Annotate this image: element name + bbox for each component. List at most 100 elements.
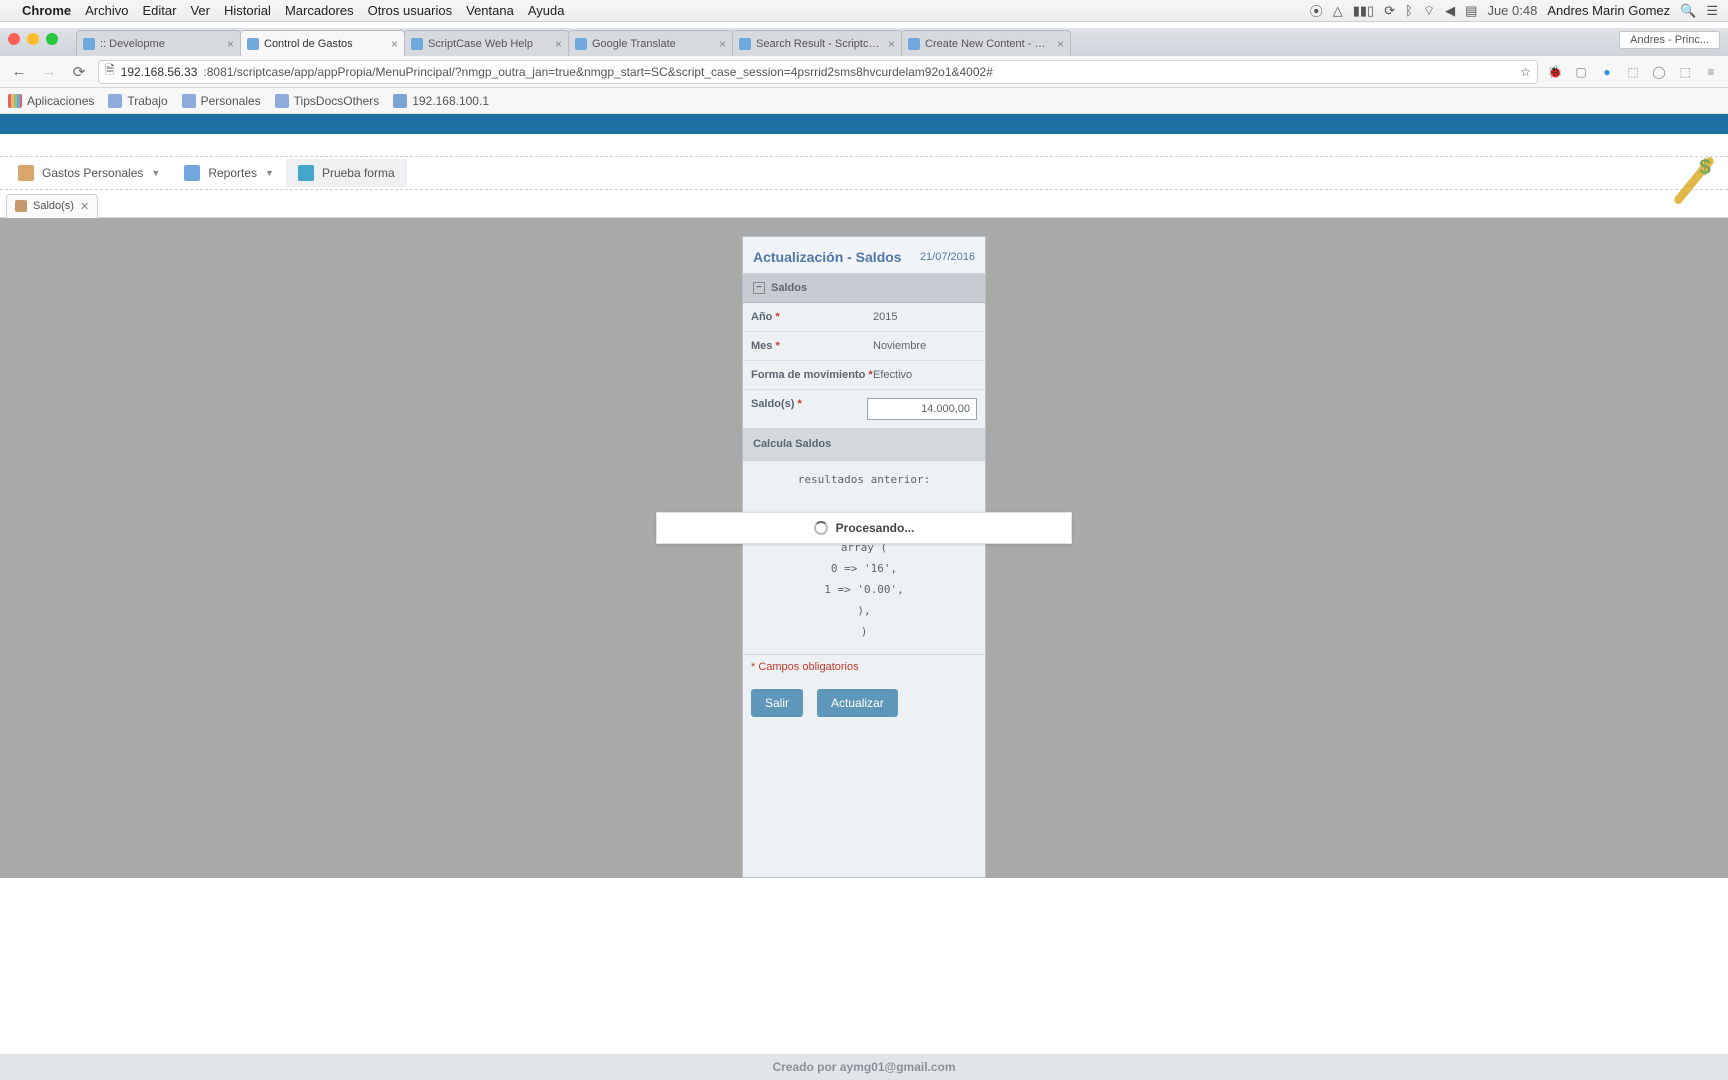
spotlight-icon[interactable]: 🔍 [1680,3,1696,19]
browser-tab[interactable]: Control de Gastos × [240,30,405,56]
gdrive-icon[interactable]: △ [1333,3,1343,19]
inner-tab-label: Saldo(s) [33,200,74,212]
svg-text:$: $ [1699,156,1711,179]
bookmark-item[interactable]: TipsDocsOthers [275,94,380,108]
bookmark-label: 192.168.100.1 [412,94,489,108]
tab-close-icon[interactable]: × [1057,37,1064,51]
tab-title: Search Result - Scriptcase [756,38,883,50]
bookmark-icon [8,94,22,108]
ext-5-icon[interactable]: ◯ [1650,63,1668,81]
favicon-icon [739,38,751,50]
chrome-menu-icon[interactable]: ≡ [1702,63,1720,81]
chevron-down-icon: ▼ [151,168,160,178]
browser-tabs: :: Developme×Control de Gastos×ScriptCas… [76,30,1070,56]
mac-menu-otros-usuarios[interactable]: Otros usuarios [368,3,453,18]
star-icon[interactable]: ☆ [1520,65,1531,79]
browser-tab[interactable]: Search Result - Scriptcase × [732,30,902,56]
spinner-icon [814,521,828,535]
zoom-window-button[interactable] [46,33,58,45]
menu-gastos-personales[interactable]: Gastos Personales ▼ [6,159,172,187]
mac-menu-ver[interactable]: Ver [190,3,210,18]
mac-menu-ventana[interactable]: Ventana [466,3,514,18]
tab-close-icon[interactable]: × [555,37,562,51]
browser-tab[interactable]: :: Developme× [76,30,241,56]
url-host: 192.168.56.33 [121,65,198,79]
profile-pill[interactable]: Andres - Princ... [1619,31,1720,49]
bookmark-icon [108,94,122,108]
volume-icon[interactable]: ◀ [1445,3,1455,19]
page-icon: 🗎 [105,61,115,82]
tab-close-icon[interactable]: × [719,37,726,51]
tab-close-icon[interactable]: × [888,37,895,51]
mac-user[interactable]: Andres Marin Gomez [1547,3,1670,18]
tab-icon [15,200,27,212]
ext-4-icon[interactable]: ⬚ [1624,63,1642,81]
back-button[interactable]: ← [8,61,30,83]
favicon-icon [83,38,95,50]
favicon-icon [908,38,920,50]
processing-dialog: Procesando... [656,512,1072,544]
browser-tab[interactable]: Google Translate × [568,30,733,56]
minimize-window-button[interactable] [27,33,39,45]
bookmark-icon [275,94,289,108]
inner-tabs: Saldo(s) ✕ [0,190,1728,218]
wifi-icon[interactable]: ⌔ [1423,3,1435,19]
tab-title: ScriptCase Web Help [428,38,550,50]
browser-toolbar: ← → ⟳ 🗎 192.168.56.33 :8081/scriptcase/ap… [0,56,1728,88]
bluetooth-icon[interactable]: ᛒ [1405,3,1413,18]
sync-icon[interactable]: ⟳ [1384,3,1395,19]
page: Gastos Personales ▼ Reportes ▼ Prueba fo… [0,114,1728,1080]
money-logo-icon: $ [1668,153,1720,205]
menu-icon[interactable]: ☰ [1706,3,1718,19]
reload-button[interactable]: ⟳ [68,61,90,83]
tab-title: Google Translate [592,38,714,50]
battery-icon[interactable]: ▮▮▯ [1353,3,1374,19]
mac-menu-editar[interactable]: Editar [142,3,176,18]
bookmarks-bar: Aplicaciones Trabajo Personales TipsDocsOth… [0,88,1728,114]
bookmark-item[interactable]: Personales [182,94,261,108]
tab-title: Create New Content - Scri [925,38,1052,50]
mac-app-name[interactable]: Chrome [22,3,71,18]
mac-menu-marcadores[interactable]: Marcadores [285,3,354,18]
mac-menu-archivo[interactable]: Archivo [85,3,128,18]
ext-6-icon[interactable]: ⬚ [1676,63,1694,81]
timemachine-icon[interactable]: ⦿ [1310,1,1323,20]
date-icon[interactable]: ▤ [1465,3,1477,19]
close-icon[interactable]: ✕ [80,200,89,213]
menu-label: Prueba forma [322,166,395,180]
report-icon [184,165,200,181]
menu-reportes[interactable]: Reportes ▼ [172,159,286,187]
favicon-icon [247,38,259,50]
mac-menubar: Chrome Archivo Editar Ver Historial Marc… [0,0,1728,22]
mac-clock[interactable]: Jue 0:48 [1487,3,1537,18]
url-rest: :8081/scriptcase/app/appPropia/MenuPrinc… [203,65,992,79]
bookmark-item[interactable]: 192.168.100.1 [393,94,489,108]
bookmark-item[interactable]: Trabajo [108,94,167,108]
forward-button[interactable]: → [38,61,60,83]
window-controls [8,33,58,45]
browser-tab[interactable]: ScriptCase Web Help × [404,30,569,56]
ext-1-icon[interactable]: 🐞 [1546,63,1564,81]
app-menubar: Gastos Personales ▼ Reportes ▼ Prueba fo… [0,156,1728,190]
favicon-icon [575,38,587,50]
address-bar[interactable]: 🗎 192.168.56.33 :8081/scriptcase/app/appP… [98,60,1538,84]
tab-close-icon[interactable]: × [227,37,234,51]
ext-cast-icon[interactable]: ▢ [1572,63,1590,81]
bookmark-label: Aplicaciones [27,94,94,108]
header-stripe [0,114,1728,134]
bookmark-icon [393,94,407,108]
chevron-down-icon: ▼ [265,168,274,178]
workspace: Actualización - Saldos 21/07/2016 − Sald… [0,218,1728,878]
bookmark-label: TipsDocsOthers [294,94,380,108]
inner-tab-saldos[interactable]: Saldo(s) ✕ [6,194,98,218]
mac-menu-ayuda[interactable]: Ayuda [528,3,565,18]
bookmark-item[interactable]: Aplicaciones [8,94,94,108]
browser-tab[interactable]: Create New Content - Scri × [901,30,1071,56]
tab-close-icon[interactable]: × [391,37,398,51]
mac-menu-historial[interactable]: Historial [224,3,271,18]
menu-prueba-forma[interactable]: Prueba forma [286,159,407,187]
ext-zoom-icon[interactable]: ● [1598,63,1616,81]
tab-title: Control de Gastos [264,38,386,50]
chrome-window: :: Developme×Control de Gastos×ScriptCas… [0,28,1728,114]
close-window-button[interactable] [8,33,20,45]
